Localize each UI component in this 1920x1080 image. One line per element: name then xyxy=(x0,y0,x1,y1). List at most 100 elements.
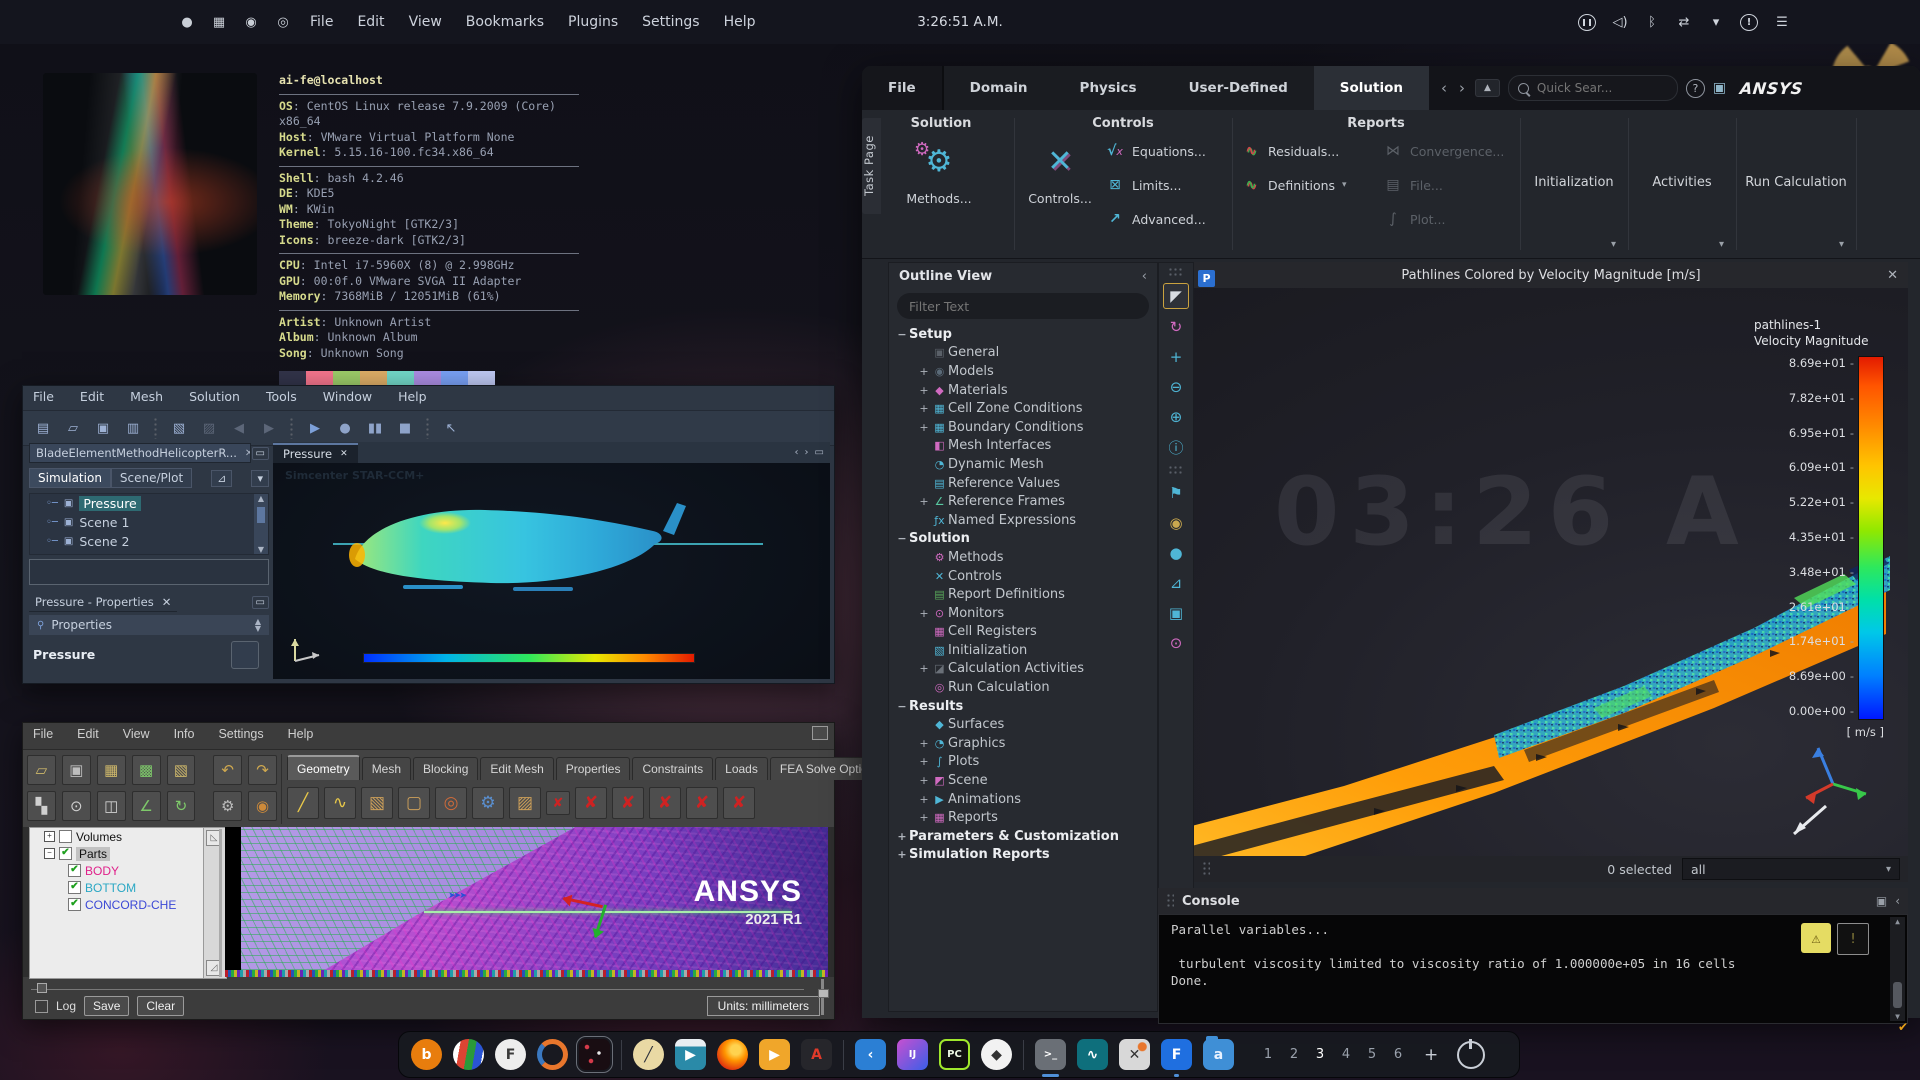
tab-physics[interactable]: Physics xyxy=(1053,66,1163,110)
taskbar-media-player-icon[interactable]: ▶ xyxy=(759,1039,790,1070)
document-icon[interactable] xyxy=(1713,80,1726,96)
delete-surface-tool-icon[interactable]: ✘ xyxy=(612,787,644,819)
taskbar-media-stripes-icon[interactable] xyxy=(453,1039,484,1070)
taskbar-particle-nodes-app-icon[interactable] xyxy=(576,1036,613,1073)
menu-bookmarks[interactable]: Bookmarks xyxy=(466,14,544,30)
expander-icon[interactable]: + xyxy=(917,811,931,824)
outline-item-run-calculation[interactable]: ◎ Run Calculation xyxy=(889,678,1157,697)
next-tab-icon[interactable] xyxy=(805,447,809,458)
tree-filter-input[interactable] xyxy=(29,559,269,585)
workspace-2[interactable]: 2 xyxy=(1281,1047,1307,1062)
help-button[interactable] xyxy=(231,641,259,669)
icem-menu-help[interactable]: Help xyxy=(288,727,314,745)
expander-icon[interactable]: − xyxy=(44,848,55,859)
icem-tab-blocking[interactable]: Blocking xyxy=(413,757,479,780)
open-simulation-icon[interactable]: ▱ xyxy=(63,421,83,436)
tab-scroll-left-icon[interactable] xyxy=(1439,79,1449,97)
menu-settings[interactable]: Settings xyxy=(642,14,699,30)
repair-geometry-tool-icon[interactable]: ◎ xyxy=(435,787,467,819)
close-icon[interactable] xyxy=(340,449,348,459)
taskbar-pycharm-icon[interactable]: PC xyxy=(939,1039,970,1070)
drag-grip[interactable] xyxy=(1202,861,1210,877)
expander-icon[interactable]: − xyxy=(895,700,909,713)
icem-tree-item-volumes[interactable]: + Volumes xyxy=(30,828,204,845)
view-sphere-tool-icon[interactable]: ● xyxy=(1164,541,1188,565)
expander-icon[interactable]: + xyxy=(917,774,931,787)
clear-button[interactable]: Clear xyxy=(137,996,185,1016)
taskbar-f-engineering-app-icon[interactable]: F xyxy=(495,1039,526,1070)
refresh-view-icon[interactable]: ↻ xyxy=(166,791,196,821)
expander-icon[interactable]: − xyxy=(895,532,909,545)
filter-input[interactable] xyxy=(907,297,1139,315)
save-simulation-icon[interactable]: ▣ xyxy=(93,421,113,436)
ribbon-group-run-calculation[interactable]: Run Calculation xyxy=(1738,110,1854,258)
expander-icon[interactable]: + xyxy=(917,793,931,806)
icem-tree-item-concord-che[interactable]: ✔ CONCORD-CHE xyxy=(30,896,204,913)
pressure-scene-canvas[interactable]: Simcenter STAR-CCM+ xyxy=(273,463,830,679)
equations-button[interactable]: Equations... xyxy=(1105,138,1206,164)
tree-checkbox[interactable]: ✔ xyxy=(68,881,81,894)
taskbar-firefox-icon[interactable] xyxy=(717,1039,748,1070)
network-link-icon[interactable]: ⇄ xyxy=(1676,15,1692,30)
power-button[interactable] xyxy=(1457,1038,1486,1069)
scope-dropdown[interactable]: all xyxy=(1682,858,1900,880)
outline-item-reports[interactable]: + ▦ Reports xyxy=(889,808,1157,827)
close-icon[interactable] xyxy=(245,448,250,459)
import-model-icon[interactable]: ▧ xyxy=(166,755,196,785)
menu-edit[interactable]: Edit xyxy=(357,14,384,30)
redo-icon[interactable]: ↷ xyxy=(248,755,277,785)
add-workspace-button[interactable]: + xyxy=(1424,1045,1438,1065)
tab-user-defined[interactable]: User-Defined xyxy=(1162,66,1314,110)
simulation-doc-tab[interactable]: BladeElementMethodHelicopterR... xyxy=(29,443,251,463)
zoom-out-tool-icon[interactable]: ⊖ xyxy=(1164,375,1188,399)
outline-item-dynamic-mesh[interactable]: ◔ Dynamic Mesh xyxy=(889,455,1157,474)
workspace-5[interactable]: 5 xyxy=(1359,1047,1385,1062)
icem-menu-info[interactable]: Info xyxy=(174,727,195,745)
starccm-menu-edit[interactable]: Edit xyxy=(80,389,104,407)
vertical-slider[interactable] xyxy=(818,979,829,1015)
advanced-button[interactable]: Advanced... xyxy=(1105,206,1206,232)
outline-item-mesh-interfaces[interactable]: ◧ Mesh Interfaces xyxy=(889,437,1157,456)
help-icon[interactable] xyxy=(1685,78,1705,98)
starccm-menu-help[interactable]: Help xyxy=(398,389,427,407)
step-back-icon[interactable]: ◀ xyxy=(229,421,249,436)
definitions-button[interactable]: Definitions xyxy=(1241,172,1347,198)
volume-icon[interactable]: ◁) xyxy=(1612,15,1628,30)
annotate-flag-tool-icon[interactable]: ⚑ xyxy=(1164,481,1188,505)
panel-menu-icon[interactable]: ☰ xyxy=(1774,15,1790,30)
outline-item-solution[interactable]: − Solution xyxy=(889,530,1157,549)
prev-tab-icon[interactable] xyxy=(795,447,799,458)
tree-view-icon[interactable]: ⊿ xyxy=(211,469,233,487)
spinner-icon[interactable]: ▲ ▼ xyxy=(255,618,261,633)
expander-icon[interactable]: + xyxy=(917,402,931,415)
outline-item-cell-registers[interactable]: ▦ Cell Registers xyxy=(889,623,1157,642)
minimize-icon[interactable] xyxy=(251,446,269,460)
residuals-button[interactable]: Residuals... xyxy=(1241,138,1339,164)
close-icon[interactable] xyxy=(162,595,172,609)
starccm-menu-file[interactable]: File xyxy=(33,389,54,407)
menu-help[interactable]: Help xyxy=(724,14,756,30)
close-icon[interactable] xyxy=(1887,268,1898,283)
tree-scrollbar[interactable] xyxy=(254,494,268,554)
float-panel-icon[interactable] xyxy=(1876,894,1887,908)
collapse-panel-icon[interactable] xyxy=(1895,894,1900,908)
methods-button[interactable]: Methods... xyxy=(900,128,978,207)
launcher-widgets-icon[interactable]: ▦ xyxy=(210,15,228,30)
mesh-viewport[interactable]: ➤➤➤ ANSYS 2021 R1 xyxy=(225,827,828,970)
tray-expand-icon[interactable]: ▾ xyxy=(1708,15,1724,30)
create-surface-tool-icon[interactable]: ▧ xyxy=(361,787,393,819)
launcher-apps-icon[interactable]: ● xyxy=(178,15,196,30)
pan-tool-icon[interactable]: + xyxy=(1164,345,1188,369)
taskbar-ansys-fluent-icon[interactable]: F xyxy=(1161,1039,1192,1077)
axes-tool-icon[interactable]: ⊿ xyxy=(1164,571,1188,595)
expander-icon[interactable]: + xyxy=(917,662,931,675)
icem-tab-loads[interactable]: Loads xyxy=(715,757,768,780)
material-barrel-icon[interactable]: ◉ xyxy=(248,791,277,821)
taskbar-kdenlive-icon[interactable]: ▶ xyxy=(675,1039,706,1070)
expander-icon[interactable]: + xyxy=(917,607,931,620)
star-tree-item-scene-1[interactable]: ◦─ ▣ Scene 1 xyxy=(30,513,268,532)
taskbar-blender-icon[interactable]: b xyxy=(411,1039,442,1070)
taskbar-acrobat-reader-icon[interactable]: A xyxy=(801,1039,832,1070)
media-pause-icon[interactable] xyxy=(1578,13,1596,31)
settings-gears-icon[interactable]: ⚙ xyxy=(213,791,243,821)
